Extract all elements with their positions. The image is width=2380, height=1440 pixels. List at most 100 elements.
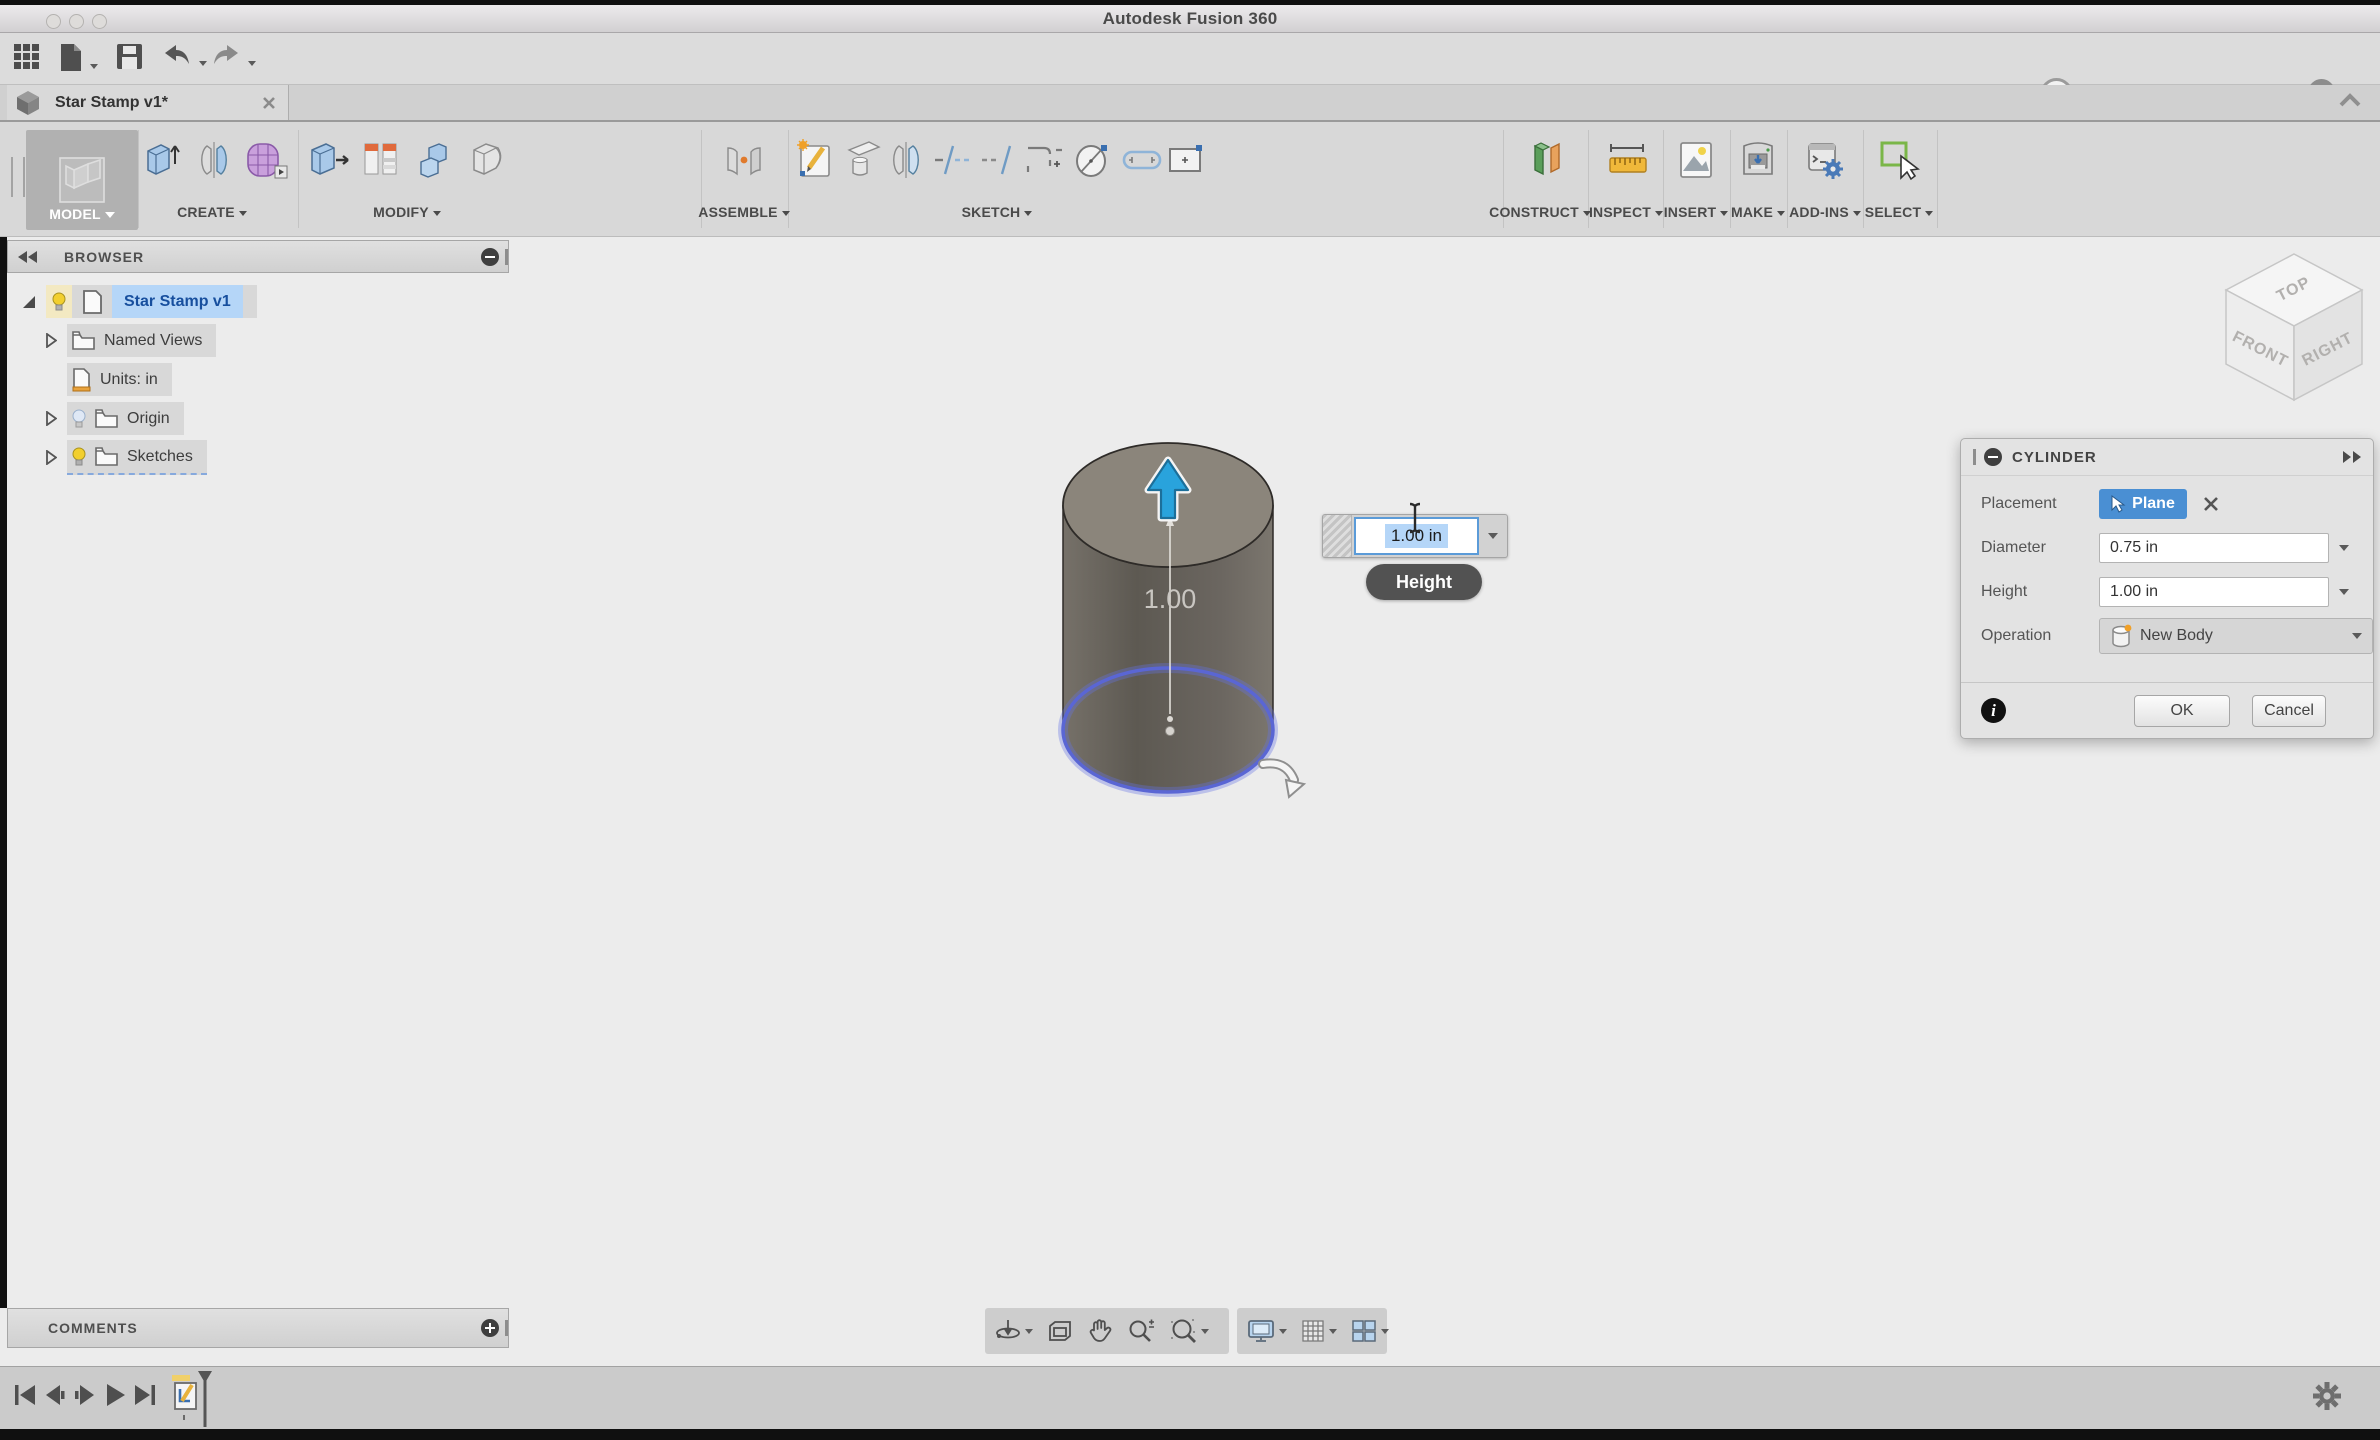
appearance-icon[interactable] — [359, 138, 403, 182]
ok-button[interactable]: OK — [2134, 695, 2230, 727]
settings-gear-icon[interactable] — [2312, 1381, 2342, 1411]
press-pull-icon[interactable] — [306, 138, 350, 182]
combine-icon[interactable] — [413, 138, 457, 182]
height-dropdown-icon[interactable] — [2339, 589, 2349, 595]
screen-edge-bottom — [0, 1428, 2380, 1440]
rotate-arrow-icon[interactable] — [1256, 752, 1308, 804]
ribbon-grip — [11, 157, 25, 197]
zoom-tool[interactable] — [1127, 1318, 1155, 1344]
visibility-bulb-icon[interactable] — [72, 447, 86, 467]
timeline-go-to-end-icon[interactable] — [134, 1383, 156, 1407]
undo-icon[interactable] — [163, 44, 207, 73]
comments-panel-header[interactable]: COMMENTS — [7, 1308, 509, 1348]
circle-diameter-icon[interactable] — [1070, 138, 1114, 182]
create-sketch-icon[interactable] — [793, 138, 837, 182]
timeline-step-back-icon[interactable] — [44, 1383, 66, 1407]
zoom-window-tool[interactable] — [1169, 1318, 1209, 1344]
tree-label[interactable]: Units: in — [100, 371, 158, 389]
grid-settings[interactable] — [1301, 1319, 1337, 1343]
fillet-icon[interactable] — [466, 138, 510, 182]
info-icon[interactable]: i — [1981, 698, 2006, 723]
expand-open-icon[interactable] — [22, 295, 36, 309]
collapse-panel-icon[interactable] — [18, 251, 38, 263]
add-comment-icon[interactable] — [481, 1319, 499, 1337]
add-ins-icon[interactable] — [1803, 138, 1847, 182]
comments-header-label: COMMENTS — [48, 1320, 138, 1336]
sketch-mirror-icon[interactable] — [884, 138, 928, 182]
file-menu-icon[interactable] — [60, 44, 98, 76]
orbit-tool[interactable] — [995, 1318, 1033, 1344]
input-dropdown-icon[interactable] — [1479, 515, 1507, 557]
insert-image-icon[interactable] — [1674, 138, 1718, 182]
chevron-up-icon[interactable] — [2338, 93, 2362, 107]
modify-menu[interactable]: MODIFY — [347, 204, 467, 220]
revolve-icon[interactable] — [192, 138, 236, 182]
extrude-icon[interactable] — [140, 138, 184, 182]
tree-row-named-views[interactable]: Named Views — [46, 324, 216, 357]
tree-row-origin[interactable]: Origin — [46, 402, 184, 435]
expand-closed-icon[interactable] — [46, 450, 57, 465]
operation-label: Operation — [1981, 627, 2099, 645]
clear-selection-icon[interactable] — [2203, 496, 2219, 512]
extend-icon[interactable] — [978, 138, 1022, 182]
panel-minus-icon[interactable] — [481, 248, 499, 266]
dialog-minus-icon[interactable] — [1984, 448, 2002, 466]
tree-row-units[interactable]: Units: in — [67, 363, 172, 396]
cylinder-dialog-header[interactable]: CYLINDER — [1961, 439, 2373, 476]
display-settings[interactable] — [1247, 1319, 1287, 1343]
zoom-window-button[interactable] — [92, 14, 107, 29]
dialog-expand-icon[interactable] — [2343, 451, 2361, 463]
tree-row-root[interactable]: Star Stamp v1 — [22, 285, 257, 318]
operation-select[interactable]: New Body — [2099, 618, 2373, 654]
inspect-measure-icon[interactable] — [1605, 138, 1649, 182]
trim-icon[interactable] — [931, 138, 975, 182]
close-tab-icon[interactable] — [262, 96, 276, 110]
make-3d-print-icon[interactable] — [1736, 138, 1780, 182]
tree-label-root[interactable]: Star Stamp v1 — [112, 285, 243, 318]
select-menu[interactable]: SELECT — [1839, 204, 1959, 220]
tree-label[interactable]: Origin — [127, 410, 170, 428]
timeline-position-marker[interactable] — [196, 1369, 214, 1427]
workspace-switcher[interactable]: MODEL — [26, 130, 138, 230]
sketch-menu[interactable]: SKETCH — [937, 204, 1057, 220]
rectangle-icon[interactable] — [1163, 138, 1207, 182]
close-window-button[interactable] — [46, 14, 61, 29]
diameter-dropdown-icon[interactable] — [2339, 545, 2349, 551]
save-icon[interactable] — [117, 44, 142, 74]
expand-closed-icon[interactable] — [46, 411, 57, 426]
diameter-label: Diameter — [1981, 539, 2099, 557]
expand-closed-icon[interactable] — [46, 333, 57, 348]
cancel-button[interactable]: Cancel — [2252, 695, 2326, 727]
input-drag-handle[interactable] — [1323, 515, 1352, 557]
dialog-height-input[interactable] — [2099, 577, 2329, 607]
timeline-go-to-start-icon[interactable] — [14, 1383, 36, 1407]
cylinder-dialog-footer: i OK Cancel — [1961, 682, 2373, 738]
tree-label[interactable]: Named Views — [104, 332, 202, 350]
form-icon[interactable] — [243, 138, 287, 182]
construct-plane-icon[interactable] — [1525, 138, 1569, 182]
app-grid-menu-icon[interactable] — [14, 44, 40, 75]
project-geometry-icon[interactable] — [839, 138, 883, 182]
sketch-fillet-icon[interactable] — [1022, 138, 1066, 182]
timeline-step-forward-icon[interactable] — [74, 1383, 96, 1407]
tree-row-sketches[interactable]: Sketches — [46, 441, 207, 474]
pan-tool[interactable] — [1087, 1318, 1113, 1344]
document-tab[interactable]: Star Stamp v1* — [7, 85, 289, 120]
browser-panel-header[interactable]: BROWSER — [7, 240, 509, 273]
visibility-bulb-off-icon[interactable] — [72, 409, 86, 429]
slot-icon[interactable] — [1120, 138, 1164, 182]
joint-icon[interactable] — [722, 138, 766, 182]
timeline-play-icon[interactable] — [104, 1383, 126, 1407]
plane-select-button[interactable]: Plane — [2099, 489, 2187, 519]
minimize-window-button[interactable] — [69, 14, 84, 29]
assemble-menu[interactable]: ASSEMBLE — [684, 204, 804, 220]
viewports-settings[interactable] — [1351, 1319, 1389, 1343]
select-icon[interactable] — [1877, 138, 1921, 182]
visibility-bulb-icon[interactable] — [52, 292, 66, 312]
create-menu[interactable]: CREATE — [152, 204, 272, 220]
view-cube[interactable]: TOP FRONT RIGHT — [2212, 242, 2377, 407]
diameter-input[interactable] — [2099, 533, 2329, 563]
look-at-tool[interactable] — [1047, 1320, 1073, 1342]
tree-label[interactable]: Sketches — [127, 448, 193, 466]
redo-icon[interactable] — [212, 44, 256, 73]
